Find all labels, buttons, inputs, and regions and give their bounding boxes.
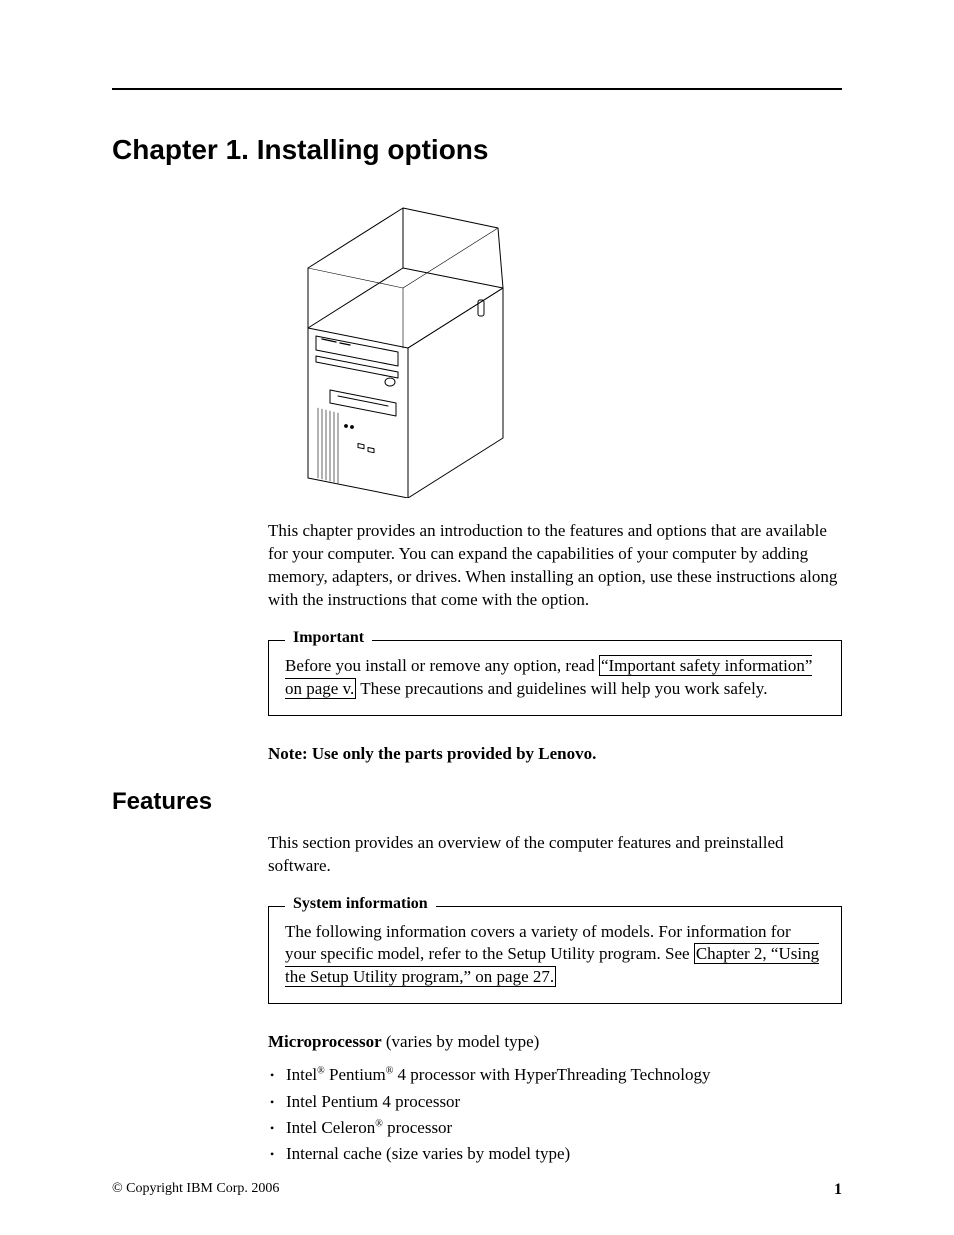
list-item: Intel Pentium 4 processor (268, 1089, 842, 1115)
microprocessor-rest: (varies by model type) (382, 1032, 540, 1051)
item-text: processor (383, 1118, 452, 1137)
body-column: This chapter provides an introduction to… (268, 198, 842, 764)
item-text: Pentium (325, 1065, 386, 1084)
important-after: These precautions and guidelines will he… (356, 679, 767, 698)
item-text: Internal cache (size varies by model typ… (286, 1144, 570, 1163)
sysinfo-text: The following information covers a varie… (285, 921, 825, 990)
registered-icon: ® (317, 1066, 325, 1077)
item-text: Intel Pentium 4 processor (286, 1092, 460, 1111)
chapter-title: Chapter 1. Installing options (112, 134, 842, 166)
item-text: 4 processor with HyperThreading Technolo… (393, 1065, 710, 1084)
important-before: Before you install or remove any option,… (285, 656, 599, 675)
microprocessor-bold: Microprocessor (268, 1032, 382, 1051)
computer-tower-illustration (278, 198, 518, 498)
intro-paragraph: This chapter provides an introduction to… (268, 520, 842, 612)
sysinfo-legend: System information (285, 895, 436, 913)
registered-icon: ® (375, 1118, 383, 1129)
copyright-text: © Copyright IBM Corp. 2006 (112, 1181, 279, 1199)
important-legend: Important (285, 629, 372, 647)
top-rule (112, 88, 842, 90)
microprocessor-heading: Microprocessor (varies by model type) (268, 1032, 842, 1052)
document-page: Chapter 1. Installing options (0, 0, 954, 1235)
page-footer: © Copyright IBM Corp. 2006 1 (112, 1181, 842, 1199)
system-information-box: System information The following informa… (268, 906, 842, 1005)
list-item: Intel Celeron® processor (268, 1115, 842, 1141)
features-intro: This section provides an overview of the… (268, 832, 842, 878)
item-text: Intel Celeron (286, 1118, 375, 1137)
list-item: Intel® Pentium® 4 processor with HyperTh… (268, 1062, 842, 1088)
note-line: Note: Use only the parts provided by Len… (268, 744, 842, 764)
important-text: Before you install or remove any option,… (285, 655, 825, 701)
important-box: Important Before you install or remove a… (268, 640, 842, 716)
features-heading: Features (112, 788, 842, 816)
features-column: This section provides an overview of the… (268, 832, 842, 1168)
item-text: Intel (286, 1065, 317, 1084)
microprocessor-list: Intel® Pentium® 4 processor with HyperTh… (268, 1062, 842, 1167)
list-item: Internal cache (size varies by model typ… (268, 1141, 842, 1167)
page-number: 1 (834, 1181, 842, 1199)
